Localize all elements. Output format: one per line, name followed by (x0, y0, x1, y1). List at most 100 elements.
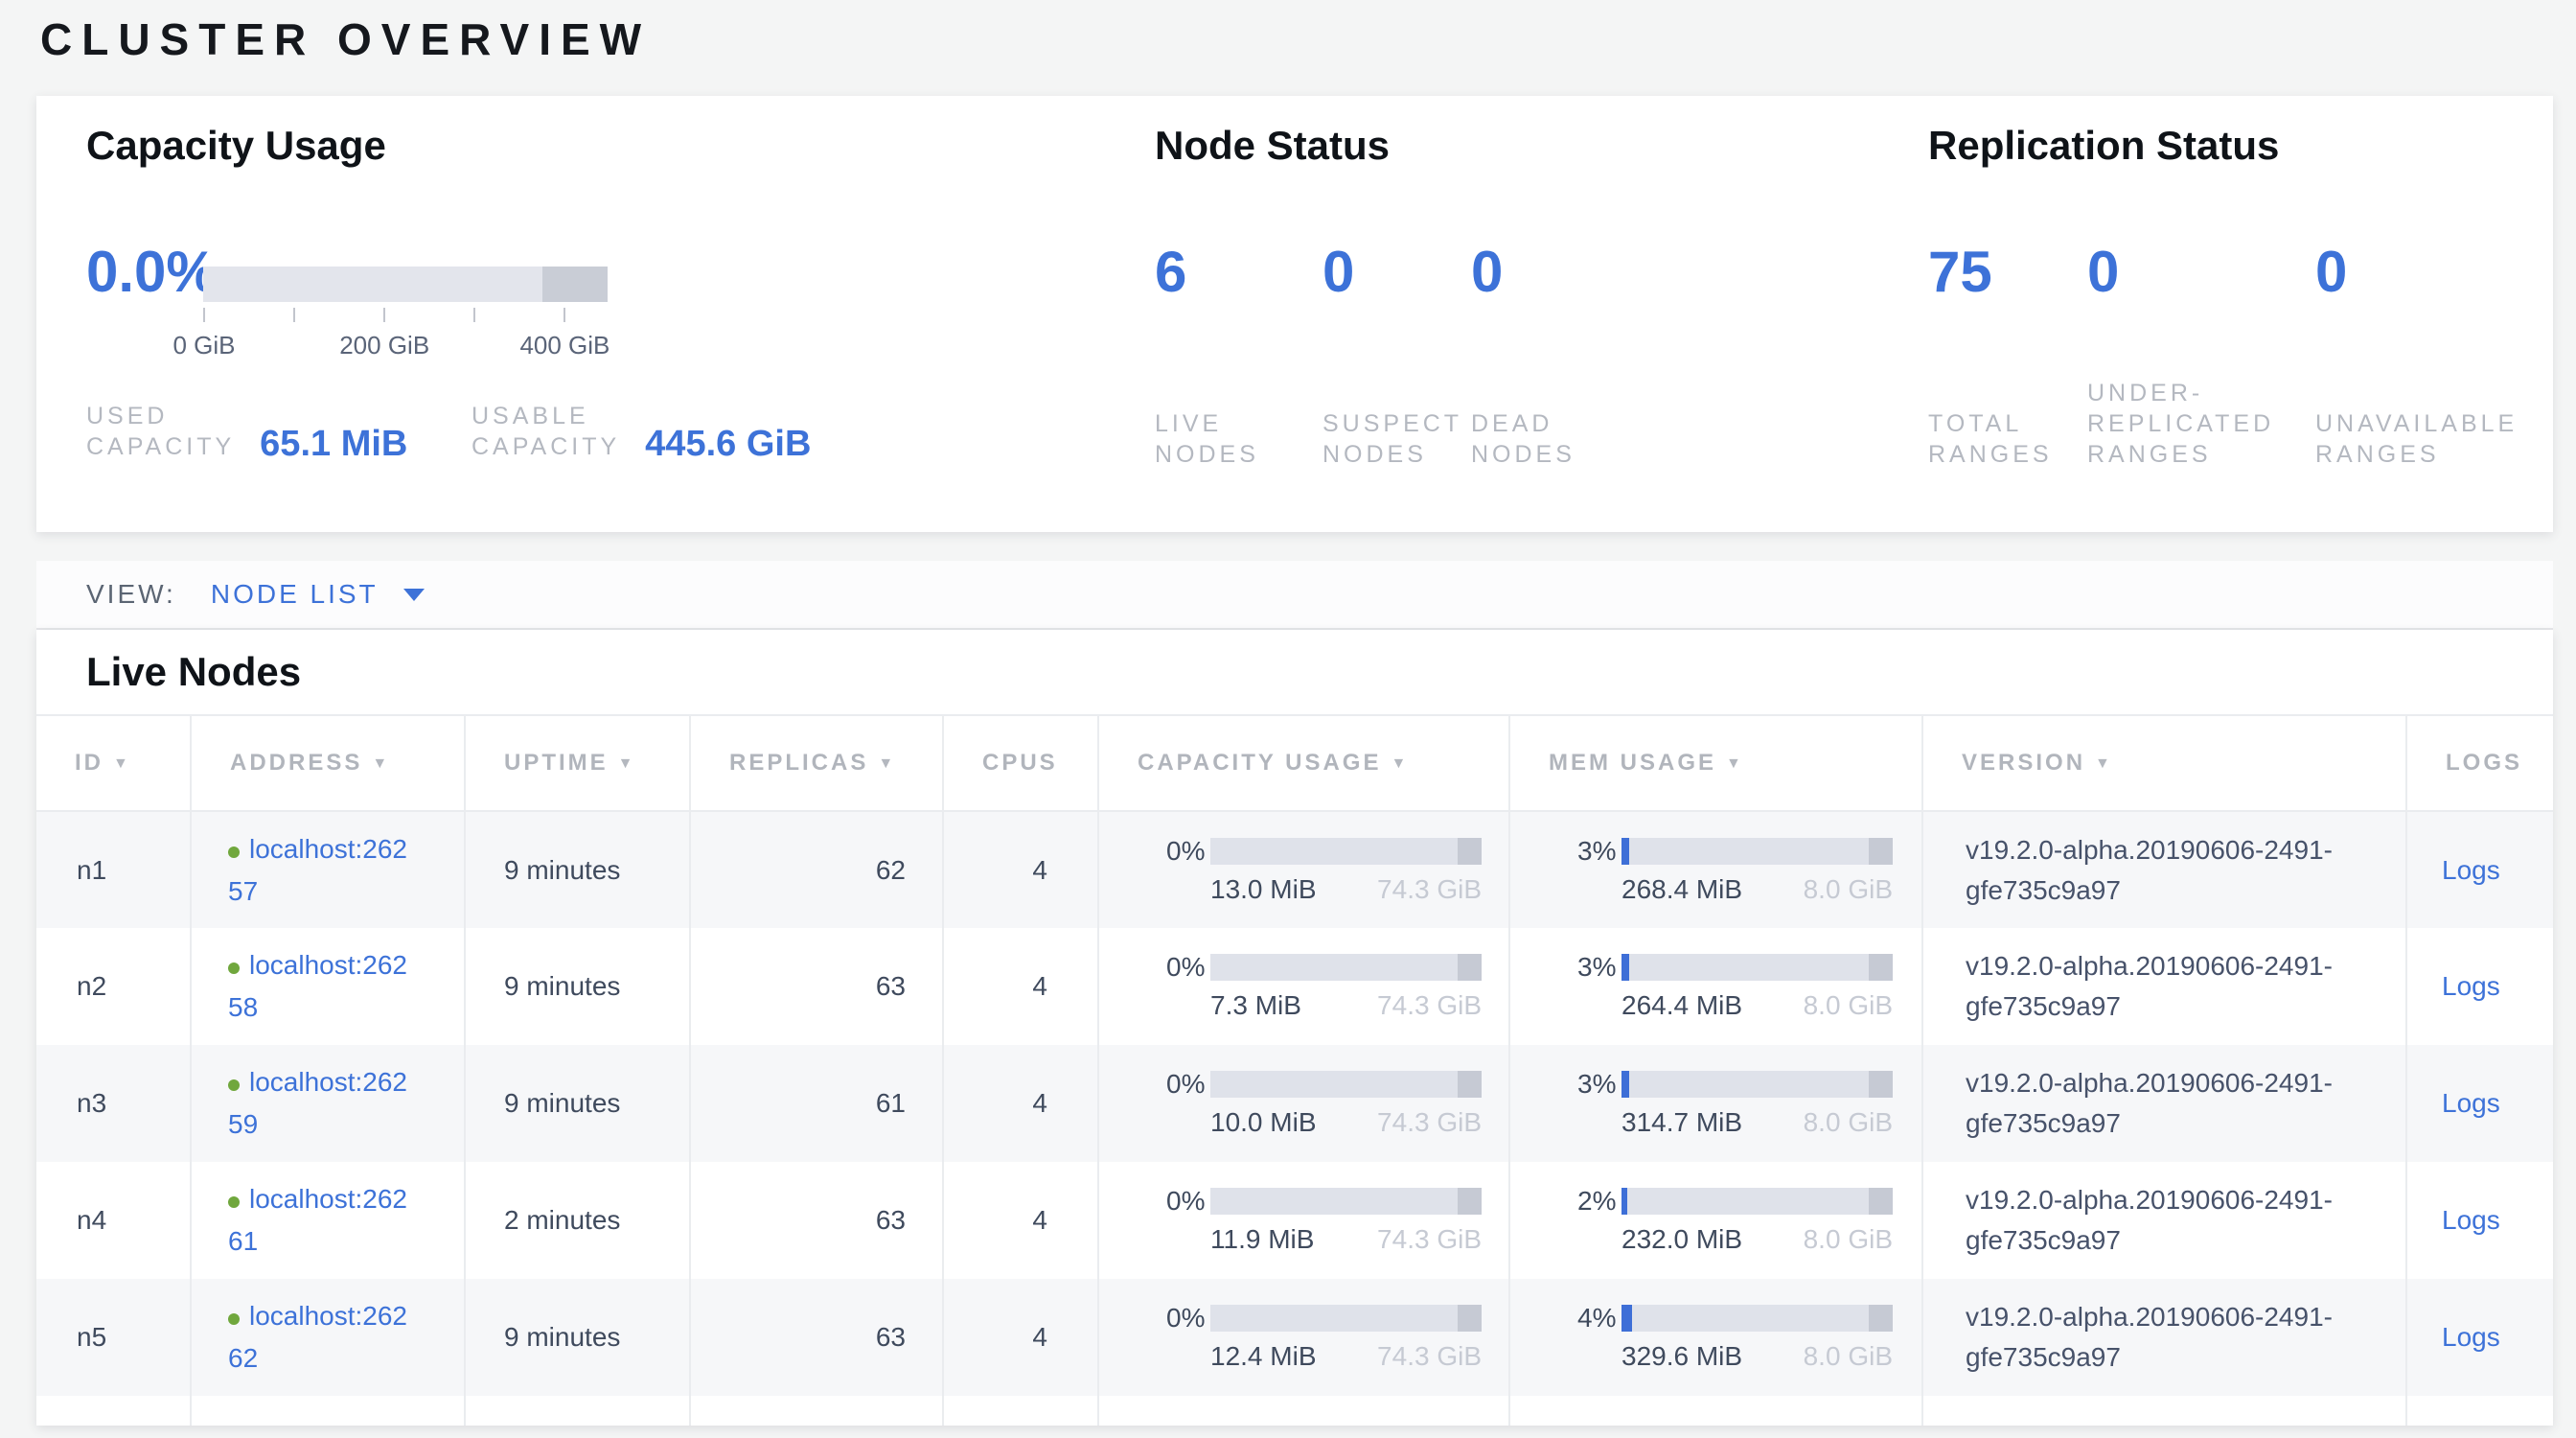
capacity-bar (1210, 954, 1482, 981)
table-row: n5 localhost:26262 9 minutes 63 4 0% 12.… (36, 1279, 2553, 1396)
column-header-address[interactable]: ADDRESS▼ (191, 715, 465, 811)
logs-link[interactable]: Logs (2442, 1205, 2500, 1235)
node-replicas: 62 (690, 811, 943, 928)
node-uptime: 9 minutes (465, 811, 690, 928)
axis-tick-label: 400 GiB (519, 331, 610, 360)
live-status-icon (228, 1079, 240, 1091)
node-replicas: 61 (690, 1045, 943, 1162)
node-cpus: 4 (943, 928, 1098, 1045)
column-header-replicas[interactable]: REPLICAS▼ (690, 715, 943, 811)
axis-tick-label: 200 GiB (339, 331, 429, 360)
view-selector-dropdown[interactable]: NODE LIST (211, 579, 425, 610)
sort-arrow-icon: ▼ (2095, 755, 2113, 772)
table-row: n4 localhost:26261 2 minutes 63 4 0% 11.… (36, 1162, 2553, 1279)
node-address-link[interactable]: localhost:26259 (228, 1067, 407, 1139)
view-bar: VIEW: NODE LIST (36, 561, 2553, 630)
cluster-summary-card: Capacity Usage 0.0% 0 GiB 200 GiB 400 Gi… (36, 96, 2553, 532)
node-status-title: Node Status (1155, 123, 1390, 169)
table-header-row: ID▼ ADDRESS▼ UPTIME▼ REPLICAS▼ CPUS CAPA… (36, 715, 2553, 811)
suspect-nodes-stat: 0 SUSPECTNODES (1322, 238, 1471, 470)
node-capacity-usage: 0% 13.0 MiB74.3 GiB (1098, 811, 1509, 928)
axis-tick (293, 308, 295, 322)
node-mem-usage: 3% 264.4 MiB8.0 GiB (1509, 928, 1922, 1045)
table-row-partial (36, 1396, 2553, 1426)
view-selected-value: NODE LIST (211, 579, 379, 610)
logs-link[interactable]: Logs (2442, 971, 2500, 1001)
node-mem-usage: 2% 232.0 MiB8.0 GiB (1509, 1162, 1922, 1279)
node-uptime: 9 minutes (465, 1045, 690, 1162)
node-id: n5 (36, 1279, 191, 1396)
column-header-version[interactable]: VERSION▼ (1922, 715, 2406, 811)
axis-tick: 400 GiB (564, 308, 565, 322)
live-status-icon (228, 963, 240, 974)
mem-bar (1622, 1305, 1893, 1332)
page-title: CLUSTER OVERVIEW (40, 13, 651, 65)
node-version: v19.2.0-alpha.20190606-2491-gfe735c9a97 (1922, 1045, 2406, 1162)
used-capacity-value: 65.1 MiB (260, 424, 407, 465)
table-row: n3 localhost:26259 9 minutes 61 4 0% 10.… (36, 1045, 2553, 1162)
usable-capacity-value: 445.6 GiB (645, 424, 811, 465)
node-capacity-usage: 0% 7.3 MiB74.3 GiB (1098, 928, 1509, 1045)
axis-tick (473, 308, 475, 322)
column-header-capacity-usage[interactable]: CAPACITY USAGE▼ (1098, 715, 1509, 811)
logs-link[interactable]: Logs (2442, 1088, 2500, 1118)
sort-arrow-icon: ▼ (113, 755, 131, 772)
node-cpus: 4 (943, 811, 1098, 928)
node-cpus: 4 (943, 1045, 1098, 1162)
node-address-link[interactable]: localhost:26257 (228, 834, 407, 906)
usable-capacity-stat: USABLE CAPACITY 445.6 GiB (472, 401, 811, 462)
view-label: VIEW: (86, 579, 176, 610)
node-address-link[interactable]: localhost:26261 (228, 1184, 407, 1256)
axis-tick: 0 GiB (203, 308, 205, 322)
live-nodes-title: Live Nodes (36, 630, 2553, 714)
node-version: v19.2.0-alpha.20190606-2491-gfe735c9a97 (1922, 811, 2406, 928)
table-row: n2 localhost:26258 9 minutes 63 4 0% 7.3… (36, 928, 2553, 1045)
live-nodes-card: Live Nodes ID▼ ADDRESS▼ UPTIME▼ REPLICAS… (36, 630, 2553, 1426)
column-header-logs: LOGS (2406, 715, 2553, 811)
live-status-icon (228, 847, 240, 858)
capacity-gauge-bar (203, 267, 608, 302)
capacity-bar (1210, 838, 1482, 865)
node-capacity-usage: 0% 10.0 MiB74.3 GiB (1098, 1045, 1509, 1162)
node-version: v19.2.0-alpha.20190606-2491-gfe735c9a97 (1922, 928, 2406, 1045)
node-uptime: 9 minutes (465, 928, 690, 1045)
capacity-usage-title: Capacity Usage (86, 123, 386, 169)
logs-link[interactable]: Logs (2442, 1322, 2500, 1352)
column-header-mem-usage[interactable]: MEM USAGE▼ (1509, 715, 1922, 811)
live-status-icon (228, 1313, 240, 1325)
live-status-icon (228, 1196, 240, 1208)
logs-link[interactable]: Logs (2442, 855, 2500, 885)
node-uptime: 2 minutes (465, 1162, 690, 1279)
under-replicated-ranges-stat: 0 UNDER-REPLICATEDRANGES (2087, 238, 2315, 470)
sort-arrow-icon: ▼ (1726, 755, 1744, 772)
column-header-id[interactable]: ID▼ (36, 715, 191, 811)
node-replicas: 63 (690, 928, 943, 1045)
mem-bar (1622, 954, 1893, 981)
capacity-bar (1210, 1305, 1482, 1332)
node-cpus: 4 (943, 1162, 1098, 1279)
node-id: n4 (36, 1162, 191, 1279)
sort-arrow-icon: ▼ (878, 755, 896, 772)
replication-status-title: Replication Status (1928, 123, 2279, 169)
node-replicas: 63 (690, 1279, 943, 1396)
node-id: n2 (36, 928, 191, 1045)
mem-bar (1622, 1071, 1893, 1098)
column-header-uptime[interactable]: UPTIME▼ (465, 715, 690, 811)
column-header-cpus: CPUS (943, 715, 1098, 811)
node-address-link[interactable]: localhost:26262 (228, 1301, 407, 1373)
node-mem-usage: 4% 329.6 MiB8.0 GiB (1509, 1279, 1922, 1396)
node-address-link[interactable]: localhost:26258 (228, 950, 407, 1022)
capacity-usage-section: Capacity Usage 0.0% 0 GiB 200 GiB 400 Gi… (86, 96, 1131, 532)
mem-bar (1622, 838, 1893, 865)
node-uptime: 9 minutes (465, 1279, 690, 1396)
node-version: v19.2.0-alpha.20190606-2491-gfe735c9a97 (1922, 1279, 2406, 1396)
table-row: n1 localhost:26257 9 minutes 62 4 0% 13.… (36, 811, 2553, 928)
node-replicas: 63 (690, 1162, 943, 1279)
capacity-gauge-axis: 0 GiB 200 GiB 400 GiB (203, 308, 608, 375)
capacity-gauge: 0.0% 0 GiB 200 GiB 400 GiB (86, 238, 608, 375)
node-capacity-usage: 0% 12.4 MiB74.3 GiB (1098, 1279, 1509, 1396)
node-version: v19.2.0-alpha.20190606-2491-gfe735c9a97 (1922, 1162, 2406, 1279)
live-nodes-table: ID▼ ADDRESS▼ UPTIME▼ REPLICAS▼ CPUS CAPA… (36, 714, 2553, 1426)
node-mem-usage: 3% 314.7 MiB8.0 GiB (1509, 1045, 1922, 1162)
axis-tick-label: 0 GiB (172, 331, 235, 360)
